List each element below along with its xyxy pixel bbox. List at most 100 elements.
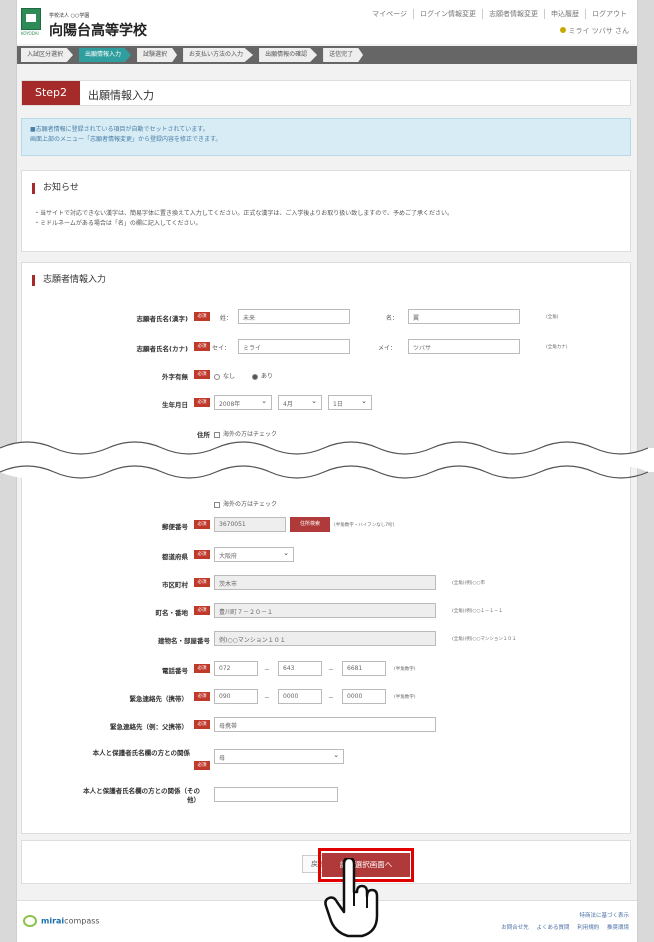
select-birth-day[interactable]: 1日 <box>328 395 372 410</box>
input-sei-kanji[interactable]: 未来 <box>238 309 350 324</box>
label-sei: 姓： <box>220 315 233 322</box>
footer-link-law[interactable]: 特商法に基づく表示 <box>579 911 629 919</box>
label-mei: 名： <box>386 315 399 322</box>
step-bar: 入試区分選択 出願情報入力 試験選択 お支払い方法の入力 出願情報の確認 送信完… <box>17 46 637 64</box>
footer-link-contact[interactable]: お問合せ先 <box>501 925 529 931</box>
input-building[interactable]: 例)○○マンション１０１ <box>214 631 436 646</box>
brand-bold: mirai <box>41 916 65 926</box>
label-city: 市区町村 <box>162 581 188 589</box>
radio-gaiji-none[interactable]: なし <box>214 371 235 380</box>
label-tel: 電話番号 <box>162 667 188 675</box>
input-mei-kanji[interactable]: 翼 <box>408 309 520 324</box>
input-tel-2[interactable]: 643 <box>278 661 322 676</box>
radio-icon <box>214 373 220 380</box>
input-city[interactable]: 茨木市 <box>214 575 436 590</box>
checkbox-overseas-2[interactable]: 海外の方はチェック <box>214 499 277 508</box>
input-emergency-3[interactable]: 0000 <box>342 689 386 704</box>
required-badge: 必須 <box>194 720 210 729</box>
required-badge: 必須 <box>194 761 210 770</box>
dash: － <box>264 667 271 674</box>
row-town: 町名・番地 必須 豊川町７－２０－１ (全角)(例)○○１－１－１ <box>22 601 630 623</box>
input-postal[interactable]: 3670051 <box>214 517 286 532</box>
radio-label-yes: あり <box>261 373 274 380</box>
dash: － <box>328 667 335 674</box>
radio-label-none: なし <box>223 373 236 380</box>
note-city: (全角)(例)○○市 <box>452 581 485 586</box>
required-badge: 必須 <box>194 370 210 379</box>
row-postal: 郵便番号 必須 3670051 住所検索 (半角数字・ハイフンなし7桁) <box>22 515 630 537</box>
input-emergency-2[interactable]: 0000 <box>278 689 322 704</box>
label-pref: 都道府県 <box>162 553 188 561</box>
label-town: 町名・番地 <box>155 609 189 617</box>
required-badge: 必須 <box>194 342 210 351</box>
input-emergency-1[interactable]: 090 <box>214 689 258 704</box>
label-emergency: 緊急連絡先（携帯） <box>129 695 189 703</box>
footer-link-terms[interactable]: 利用規約 <box>577 925 599 931</box>
input-sei-kana[interactable]: ミライ <box>238 339 350 354</box>
row-emergency: 緊急連絡先（携帯） 必須 090 － 0000 － 0000 (半角数字) <box>22 687 630 709</box>
required-badge: 必須 <box>194 312 210 321</box>
mirai-logo-icon <box>23 915 37 927</box>
info-line-2: 画面上部のメニュー「志願者情報変更」から登録内容を修正できます。 <box>30 136 222 143</box>
label-name-kanji: 志願者氏名(漢字) <box>136 315 188 323</box>
label-postal: 郵便番号 <box>162 523 188 531</box>
input-mei-kana[interactable]: ツバサ <box>408 339 520 354</box>
user-label: ミライ ツバサ さん <box>568 27 629 35</box>
required-badge: 必須 <box>194 692 210 701</box>
note-kana: (全角カナ) <box>546 345 568 350</box>
nav-login-change[interactable]: ログイン情報変更 <box>413 9 482 19</box>
select-pref[interactable]: 大阪府 <box>214 547 294 562</box>
step-badge: Step2 <box>22 81 80 105</box>
note-town: (全角)(例)○○１－１－１ <box>452 609 503 614</box>
notice-section: お知らせ ・当サイトで対応できない漢字は、簡易字体に置き換えて入力してください。… <box>21 170 631 252</box>
row-building: 建物名・部屋番号 例)○○マンション１０１ (全角)(例)○○マンション１０１ <box>22 629 630 651</box>
info-box: ■志願者情報に登録されている項目が自動でセットされています。 画面上部のメニュー… <box>21 118 631 156</box>
label-sei-kana: セイ： <box>212 345 231 352</box>
note-postal: (半角数字・ハイフンなし7桁) <box>334 523 395 528</box>
dash: － <box>328 695 335 702</box>
label-emergency-name: 緊急連絡先（例：父携帯） <box>110 723 188 731</box>
nav-mypage[interactable]: マイページ <box>366 9 413 19</box>
step-title: Step2 出願情報入力 <box>21 80 631 106</box>
radio-gaiji-yes[interactable]: あり <box>252 371 273 380</box>
step-5: 出願情報の確認 <box>259 48 318 62</box>
label-building: 建物名・部屋番号 <box>158 637 210 645</box>
step-2-active: 出願情報入力 <box>79 48 132 62</box>
row-relation-other: 本人と保護者氏名欄の方との関係（その他） <box>22 785 630 815</box>
label-name-kana: 志願者氏名(カナ) <box>136 345 188 353</box>
radio-checked-icon <box>252 373 258 380</box>
logo-caption: KOYODAI <box>21 31 39 36</box>
address-search-button[interactable]: 住所検索 <box>290 517 330 532</box>
header: KOYODAI 学校法人 ○○学園 向陽台高等学校 マイページ ログイン情報変更… <box>17 0 637 44</box>
nav-logout[interactable]: ログアウト <box>585 9 633 19</box>
row-relation: 本人と保護者氏名欄の方との関係 必須 母 <box>22 747 630 777</box>
label-gaiji: 外字有無 <box>162 373 188 381</box>
footer-links: お問合せ先 よくある質問 利用規約 推奨環境 <box>495 923 629 931</box>
input-tel-1[interactable]: 072 <box>214 661 258 676</box>
row-name-kanji: 志願者氏名(漢字) 必須 姓： 未来 名： 翼 (全角) <box>22 307 630 329</box>
input-tel-3[interactable]: 6681 <box>342 661 386 676</box>
school-org: 学校法人 ○○学園 <box>49 13 90 19</box>
school-logo-icon <box>21 8 41 30</box>
nav-history[interactable]: 申込履歴 <box>544 9 585 19</box>
nav-applicant-change[interactable]: 志願者情報変更 <box>482 9 544 19</box>
school-name: 向陽台高等学校 <box>49 23 147 39</box>
note-building: (全角)(例)○○マンション１０１ <box>452 637 517 642</box>
notice-body: ・当サイトで対応できない漢字は、簡易字体に置き換えて入力してください。正式な漢字… <box>34 209 453 229</box>
notice-heading: お知らせ <box>32 183 79 194</box>
input-town[interactable]: 豊川町７－２０－１ <box>214 603 436 618</box>
required-badge: 必須 <box>194 664 210 673</box>
note-kanji: (全角) <box>546 315 559 320</box>
row-birth: 生年月日 必須 2008年 4月 1日 <box>22 393 630 415</box>
select-birth-month[interactable]: 4月 <box>278 395 322 410</box>
brand-text: compass <box>64 916 100 926</box>
page-title: 出願情報入力 <box>88 89 154 102</box>
select-relation[interactable]: 母 <box>214 749 344 764</box>
select-birth-year[interactable]: 2008年 <box>214 395 272 410</box>
pointer-hand-icon <box>324 858 379 938</box>
input-emergency-name[interactable]: 母携帯 <box>214 717 436 732</box>
applicant-form-section: 志願者情報入力 志願者氏名(漢字) 必須 姓： 未来 名： 翼 (全角) 志願者… <box>21 262 631 834</box>
input-relation-other[interactable] <box>214 787 338 802</box>
footer-link-env[interactable]: 推奨環境 <box>607 925 629 931</box>
footer-link-faq[interactable]: よくある質問 <box>536 925 569 931</box>
